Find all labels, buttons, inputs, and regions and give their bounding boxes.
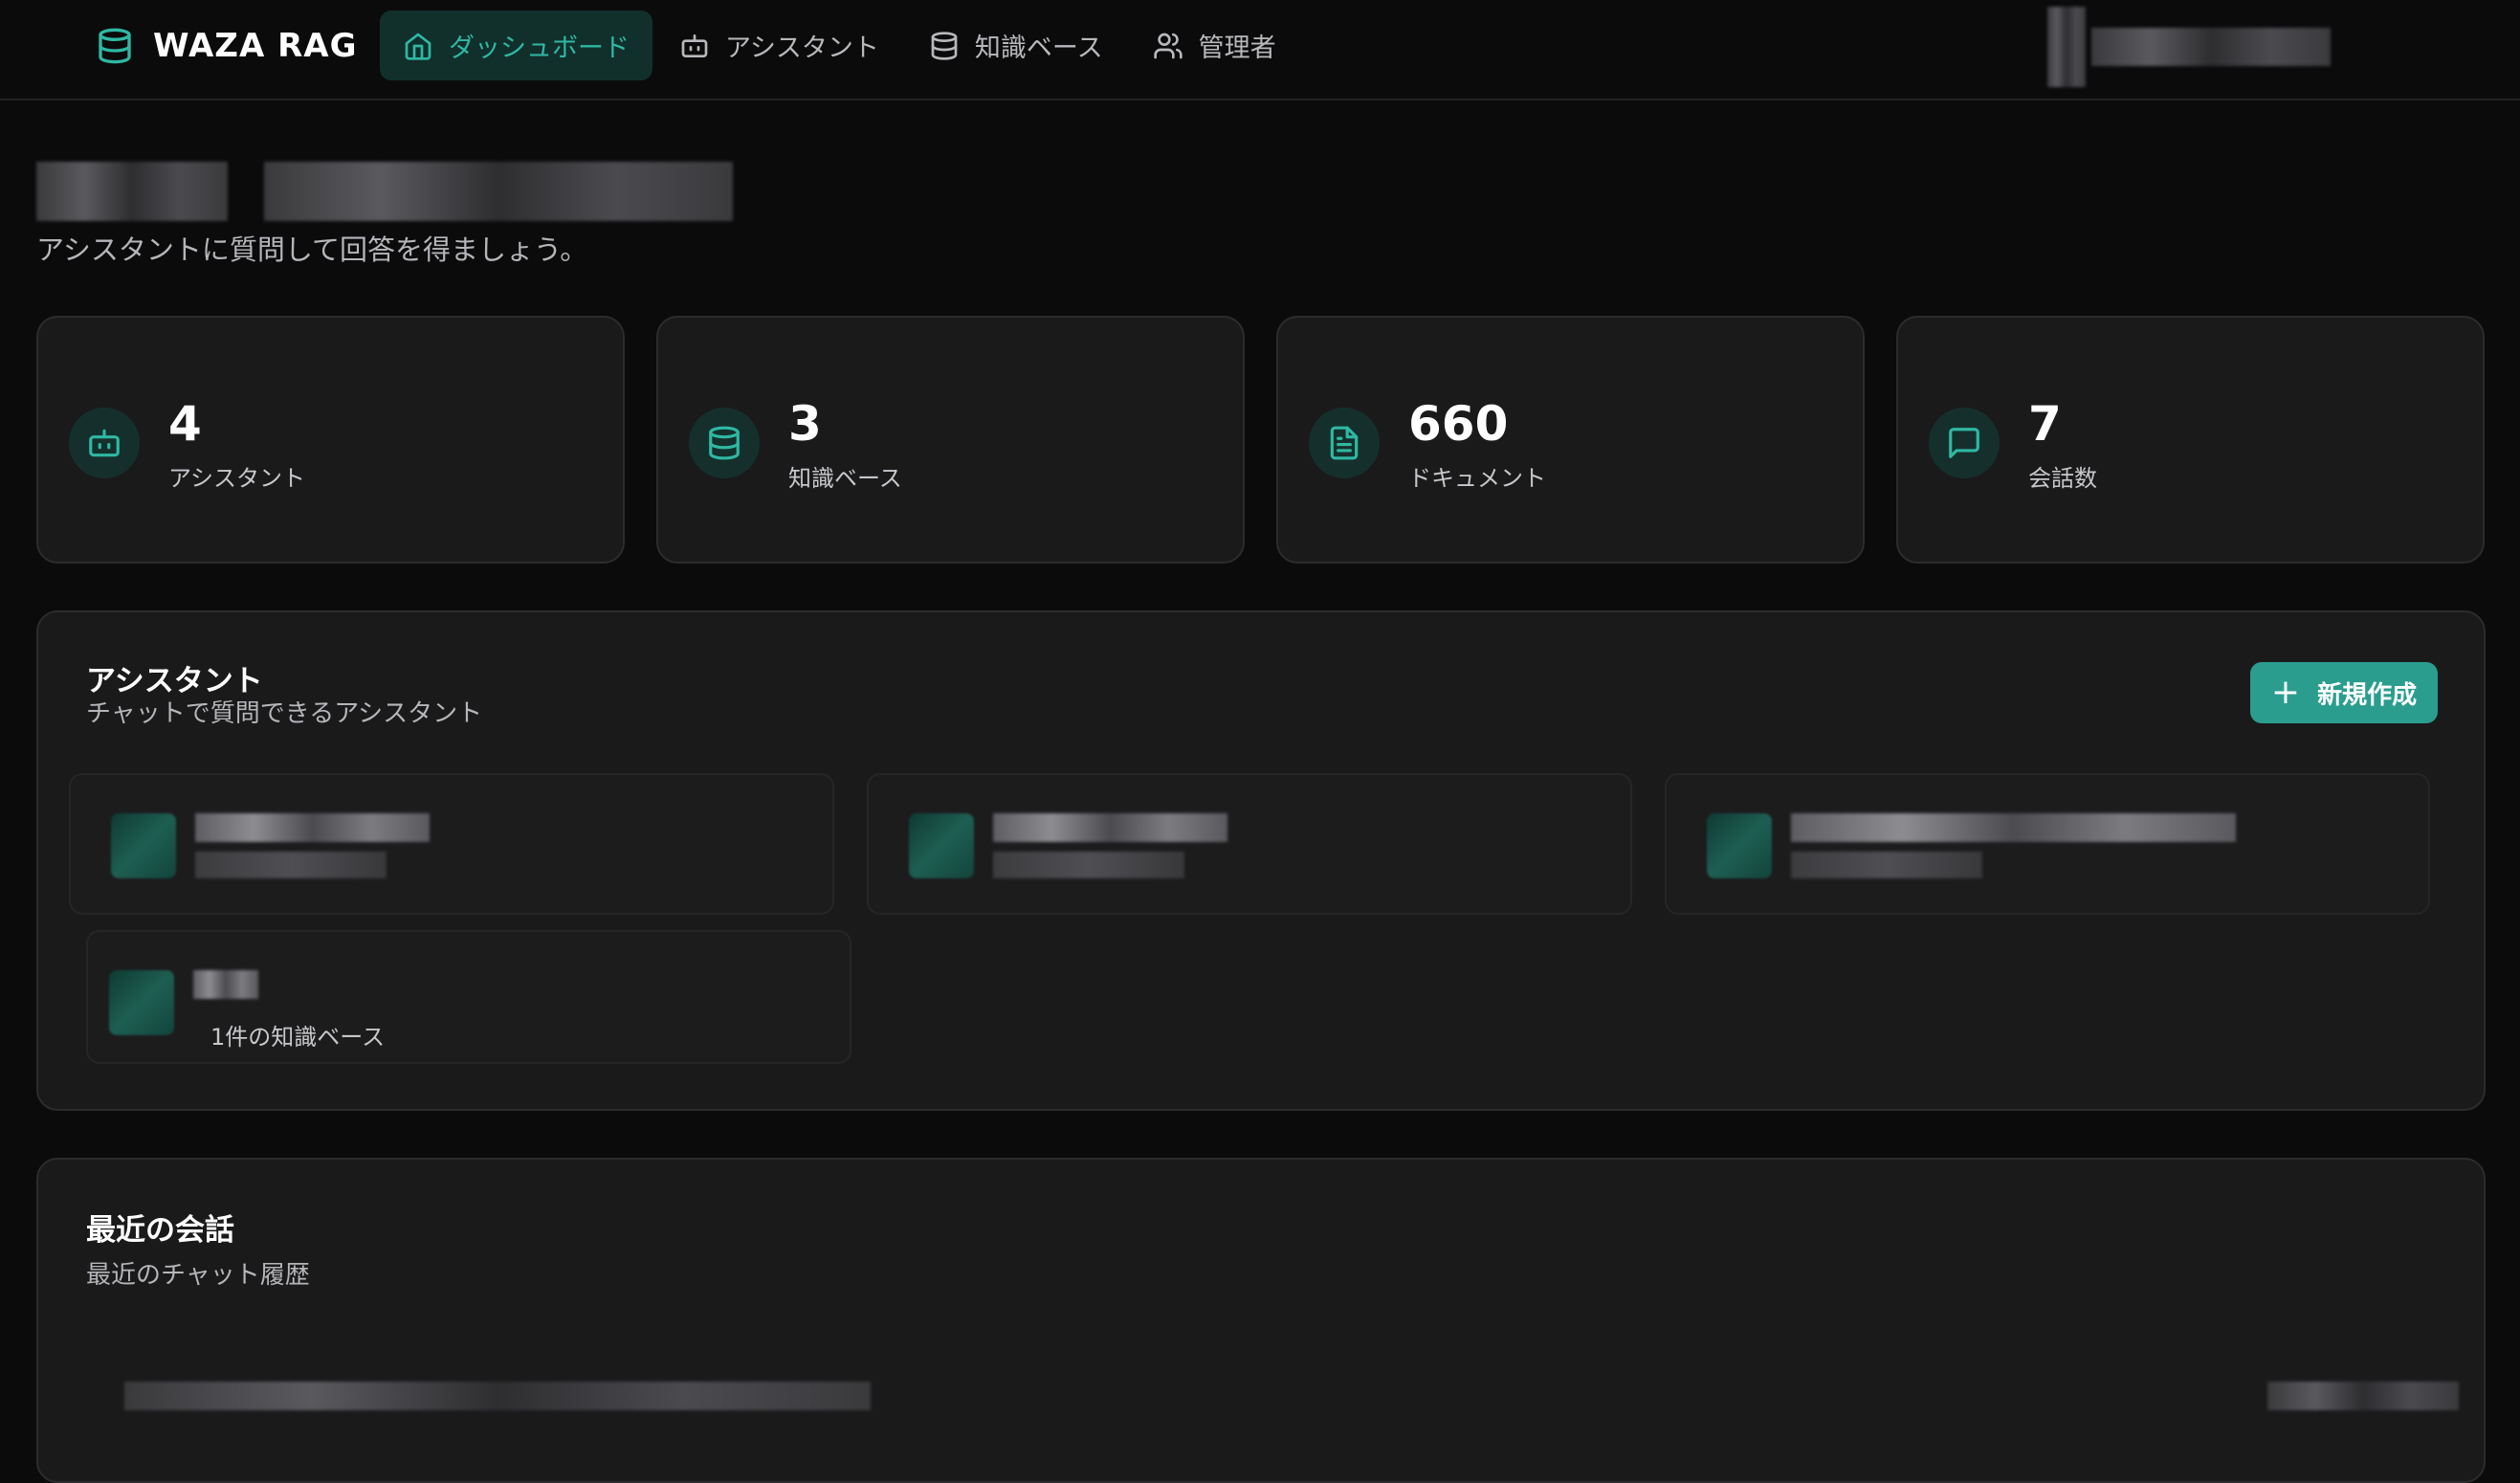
assistant-avatar [1707, 813, 1772, 878]
assistant-avatar [909, 813, 974, 878]
assistant-card[interactable] [1665, 773, 2430, 915]
assistant-name-redacted [993, 813, 1227, 842]
nav-item-label: 知識ベース [974, 33, 1103, 63]
stat-label: アシスタント [168, 465, 306, 492]
stat-icon [689, 408, 760, 478]
welcome-heading-redacted [36, 158, 763, 225]
stat-value: 660 [1408, 396, 1509, 452]
nav-item-label: アシスタント [725, 33, 879, 63]
users-icon [1153, 33, 1183, 58]
main-nav: ダッシュボード アシスタント 知識ベース 管理者 [380, 11, 1299, 80]
panel-description: チャットで質問できるアシスタント [86, 699, 483, 728]
conversation-title-redacted [124, 1382, 871, 1410]
database-icon [709, 426, 740, 460]
stat-card-knowledge-bases: 3 知識ベース [656, 316, 1245, 564]
assistant-meta-redacted [1791, 852, 1982, 878]
new-button-label: 新規作成 [2317, 680, 2418, 710]
stat-value: 3 [788, 396, 822, 452]
bot-icon [89, 429, 120, 457]
document-icon [1330, 426, 1359, 460]
assistant-name-redacted [195, 813, 430, 842]
nav-item-label: ダッシュボード [449, 33, 630, 63]
plus-icon: + [2270, 673, 2301, 712]
stat-card-conversations: 7 会話数 [1896, 316, 2485, 564]
stat-icon [69, 408, 140, 478]
avatar [2047, 7, 2086, 87]
nav-item-dashboard[interactable]: ダッシュボード [380, 11, 652, 80]
user-name-redacted [2091, 28, 2331, 66]
assistant-name-redacted [193, 970, 258, 999]
stat-value: 4 [168, 396, 202, 452]
page-subtitle: アシスタントに質問して回答を得ましょう。 [36, 233, 588, 266]
nav-item-assistants[interactable]: アシスタント [656, 11, 902, 80]
nav-item-label: 管理者 [1198, 33, 1276, 63]
stat-label: 会話数 [2028, 465, 2097, 492]
conversation-row[interactable] [86, 1370, 2459, 1418]
stat-card-assistants: 4 アシスタント [36, 316, 625, 564]
conversation-date-redacted [2267, 1382, 2459, 1410]
stat-icon [1929, 408, 2000, 478]
stat-label: ドキュメント [1408, 465, 1546, 492]
stat-icon [1309, 408, 1380, 478]
assistant-meta-redacted [993, 852, 1184, 878]
top-navigation-bar: WAZA RAG ダッシュボード アシスタント 知識ベース 管理者 [0, 0, 2520, 100]
panel-description: 最近のチャット履歴 [86, 1261, 310, 1290]
recent-conversations-panel: 最近の会話 最近のチャット履歴 [36, 1158, 2486, 1483]
nav-item-knowledge-base[interactable]: 知識ベース [906, 11, 1126, 80]
assistant-card[interactable] [867, 773, 1632, 915]
assistant-meta: 1件の知識ベース [210, 1024, 386, 1051]
assistants-panel: アシスタント チャットで質問できるアシスタント + 新規作成 1件の知識ベース [36, 610, 2486, 1111]
panel-title: 最近の会話 [86, 1213, 234, 1248]
stat-card-documents: 660 ドキュメント [1276, 316, 1865, 564]
database-icon [931, 31, 958, 60]
bot-icon [681, 33, 708, 57]
chat-icon [1949, 428, 1979, 458]
database-icon [99, 28, 131, 64]
stat-label: 知識ベース [788, 465, 902, 492]
app-logo[interactable]: WAZA RAG [96, 21, 358, 71]
app-name: WAZA RAG [153, 27, 358, 65]
stat-value: 7 [2028, 396, 2062, 452]
assistant-avatar [109, 970, 174, 1035]
user-menu[interactable] [2047, 6, 2397, 88]
home-icon [405, 33, 431, 60]
new-assistant-button[interactable]: + 新規作成 [2250, 662, 2438, 723]
assistant-card[interactable] [69, 773, 834, 915]
nav-item-admin[interactable]: 管理者 [1130, 11, 1299, 80]
assistant-name-redacted [1791, 813, 2236, 842]
assistant-card[interactable]: 1件の知識ベース [86, 930, 851, 1064]
assistant-avatar [111, 813, 176, 878]
assistant-meta-redacted [195, 852, 387, 878]
